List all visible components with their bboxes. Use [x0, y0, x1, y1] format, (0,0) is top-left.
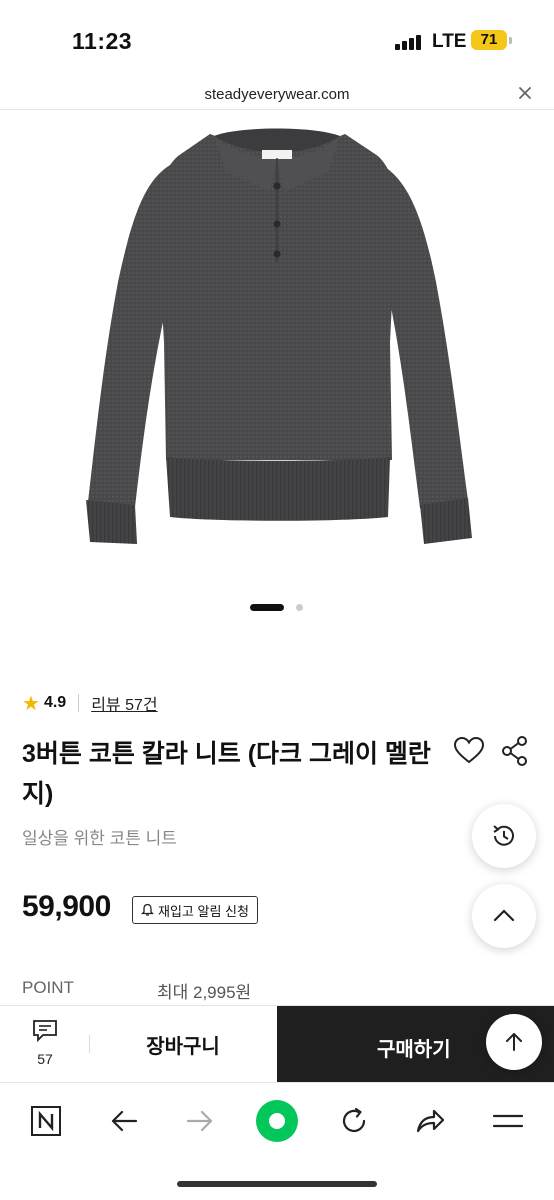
recent-history-button[interactable] [472, 804, 536, 868]
history-icon [493, 825, 514, 846]
product-subtitle: 일상을 위한 코튼 니트 [22, 829, 177, 848]
home-icon[interactable] [255, 1099, 299, 1143]
back-icon[interactable] [104, 1101, 144, 1141]
status-time: 11:23 [72, 28, 133, 54]
signal-icon [395, 34, 423, 50]
status-bar: 11:23 LTE 71 [0, 0, 554, 80]
rating-row: ★ 4.9 리뷰 57건 [22, 690, 158, 716]
battery-tip [509, 37, 512, 44]
bell-icon [141, 903, 154, 916]
arrow-up-icon [506, 1033, 522, 1051]
battery-icon: 71 [471, 30, 507, 50]
cart-button[interactable]: 장바구니 [90, 1006, 276, 1082]
home-indicator [177, 1181, 377, 1187]
star-icon: ★ [22, 692, 40, 715]
product-title: 3버튼 코튼 칼라 니트 (다크 그레이 멜란지) [22, 740, 431, 808]
forward-icon[interactable] [180, 1101, 220, 1141]
restock-label: 재입고 알림 신청 [158, 903, 249, 919]
purchase-bar: 57 장바구니 구매하기 [0, 1005, 554, 1082]
share-icon[interactable] [410, 1101, 450, 1141]
point-label: POINT [22, 978, 74, 997]
divider [78, 694, 80, 712]
share-icon[interactable] [498, 734, 532, 768]
chat-button[interactable]: 57 [18, 1018, 72, 1074]
url-bar[interactable]: steadyeverywear.com [0, 80, 554, 110]
url-text[interactable]: steadyeverywear.com [0, 86, 554, 103]
point-value: 최대 2,995원 [157, 983, 252, 1002]
restock-alert-button[interactable]: 재입고 알림 신청 [132, 896, 258, 924]
gallery-pagination[interactable] [0, 603, 554, 613]
price: 59,900 [22, 890, 111, 923]
menu-icon[interactable] [488, 1101, 528, 1141]
scroll-up-button[interactable] [472, 884, 536, 948]
product-image[interactable] [0, 112, 554, 592]
rating-value: 4.9 [43, 694, 67, 711]
close-icon[interactable] [518, 84, 532, 105]
scroll-top-button[interactable] [486, 1014, 542, 1070]
chevron-up-icon [493, 909, 515, 922]
network-type: LTE [432, 31, 467, 52]
naver-icon[interactable] [26, 1101, 66, 1141]
review-link[interactable]: 리뷰 57건 [91, 691, 157, 715]
pagination-dot-active[interactable] [250, 604, 284, 611]
chat-count: 57 [37, 1051, 53, 1067]
heart-icon[interactable] [452, 734, 486, 768]
pagination-dot[interactable] [296, 604, 303, 611]
browser-toolbar [0, 1082, 554, 1200]
buy-label: 구매하기 [377, 1039, 451, 1061]
chat-icon [33, 1020, 57, 1043]
refresh-icon[interactable] [334, 1101, 374, 1141]
